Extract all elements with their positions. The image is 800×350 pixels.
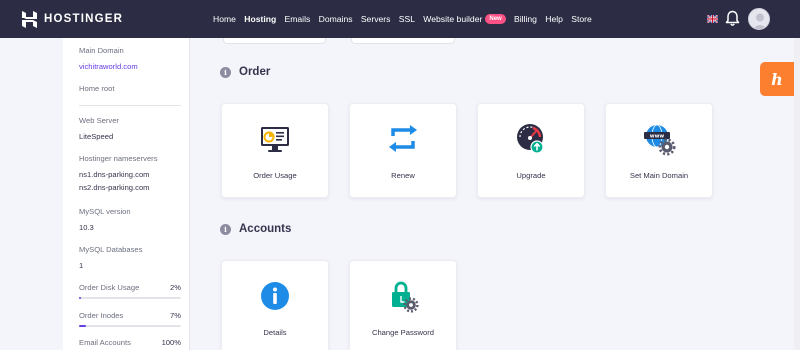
- order-usage-icon: [261, 127, 289, 152]
- new-badge: New: [485, 14, 506, 24]
- disk-usage-label: Order Disk Usage: [79, 283, 140, 292]
- mysql-version-label: MySQL version: [79, 207, 131, 216]
- set-main-domain-card[interactable]: www Set Main Domain: [605, 103, 713, 198]
- details-label: Details: [263, 328, 287, 337]
- disk-usage-block: Order Disk Usage 2%: [79, 283, 181, 299]
- mysql-version-value: 10.3: [79, 223, 94, 232]
- card-stub: [351, 38, 455, 44]
- www-gear-icon: www: [644, 124, 676, 156]
- inodes-block: Order Inodes 7%: [79, 311, 181, 327]
- home-root-block: Home root: [79, 84, 181, 93]
- nameservers-label: Hostinger nameservers: [79, 154, 158, 163]
- mysql-databases-block: MySQL Databases 1: [79, 245, 181, 270]
- email-accounts-percent: 100%: [161, 338, 181, 347]
- details-card[interactable]: Details: [221, 260, 329, 350]
- upgrade-label: Upgrade: [516, 171, 546, 180]
- bell-icon[interactable]: [725, 10, 740, 27]
- nav-store[interactable]: Store: [571, 14, 592, 24]
- info-icon: [261, 282, 289, 310]
- scrollbar[interactable]: [794, 38, 800, 350]
- nameserver-2: ns2.dns-parking.com: [79, 183, 150, 192]
- email-accounts-block: Email Accounts 100%: [79, 338, 181, 347]
- disk-usage-row: Order Disk Usage 2%: [79, 283, 181, 292]
- email-accounts-row: Email Accounts 100%: [79, 338, 181, 347]
- order-usage-label: Order Usage: [253, 171, 297, 180]
- help-widget-icon: h: [771, 69, 783, 89]
- divider: [79, 105, 181, 106]
- disk-usage-percent: 2%: [170, 283, 181, 292]
- change-password-card[interactable]: Change Password: [349, 260, 457, 350]
- home-root-label: Home root: [79, 84, 115, 93]
- nav-hosting[interactable]: Hosting: [244, 14, 276, 24]
- main-domain-link[interactable]: vichitraworld.com: [79, 62, 181, 71]
- web-server-block: Web Server LiteSpeed: [79, 116, 181, 141]
- mysql-version-block: MySQL version 10.3: [79, 207, 181, 232]
- inodes-row: Order Inodes 7%: [79, 311, 181, 320]
- brand[interactable]: HOSTINGER: [22, 0, 123, 38]
- order-section-title: Order: [239, 66, 271, 78]
- inodes-progress-fill: [79, 325, 87, 327]
- main-domain-label: Main Domain: [79, 46, 124, 55]
- main-nav: Home Hosting Emails Domains Servers SSL …: [213, 0, 600, 38]
- mysql-databases-label: MySQL Databases: [79, 245, 143, 254]
- nav-ssl[interactable]: SSL: [399, 14, 415, 24]
- inodes-label: Order Inodes: [79, 311, 124, 320]
- set-main-domain-label: Set Main Domain: [629, 171, 689, 180]
- nameserver-1: ns1.dns-parking.com: [79, 170, 150, 179]
- nav-domains[interactable]: Domains: [319, 14, 353, 24]
- disk-usage-progress-fill: [79, 297, 82, 299]
- help-widget-button[interactable]: h: [760, 62, 794, 96]
- nav-billing[interactable]: Billing: [514, 14, 537, 24]
- main-domain-block: Main Domain vichitraworld.com: [79, 46, 181, 71]
- svg-text:www: www: [650, 134, 665, 140]
- user-avatar-icon: [752, 13, 768, 29]
- info-icon: i: [220, 223, 231, 235]
- lock-gear-icon: [392, 281, 419, 313]
- nav-servers[interactable]: Servers: [361, 14, 391, 24]
- order-info-sidebar: Main Domain vichitraworld.com Home root …: [63, 38, 190, 350]
- order-usage-card[interactable]: Order Usage: [221, 103, 329, 198]
- nav-website-builder[interactable]: Website builder New: [423, 14, 506, 24]
- mysql-databases-value: 1: [79, 261, 84, 270]
- nav-emails[interactable]: Emails: [285, 14, 311, 24]
- nameservers-block: Hostinger nameservers ns1.dns-parking.co…: [79, 154, 181, 192]
- renew-label: Renew: [391, 171, 415, 180]
- order-section-header: i Order: [220, 66, 270, 78]
- inodes-percent: 7%: [170, 311, 181, 320]
- disk-usage-progress-bar: [79, 297, 181, 299]
- avatar[interactable]: [748, 8, 770, 30]
- email-accounts-label: Email Accounts: [79, 338, 131, 347]
- renew-icon: [389, 125, 417, 152]
- accounts-section-header: i Accounts: [220, 223, 291, 235]
- accounts-section-title: Accounts: [239, 223, 292, 235]
- upgrade-gauge-icon: [517, 124, 544, 154]
- info-icon: i: [220, 66, 231, 78]
- upgrade-card[interactable]: Upgrade: [477, 103, 585, 198]
- hostinger-logo-icon: [22, 10, 37, 28]
- top-navigation-bar: HOSTINGER Home Hosting Emails Domains Se…: [0, 0, 800, 38]
- brand-name: HOSTINGER: [44, 13, 124, 25]
- change-password-label: Change Password: [371, 328, 435, 337]
- web-server-label: Web Server: [79, 116, 119, 125]
- nav-home[interactable]: Home: [213, 14, 236, 24]
- uk-flag-icon[interactable]: [707, 15, 718, 23]
- nav-help[interactable]: Help: [545, 14, 563, 24]
- renew-card[interactable]: Renew: [349, 103, 457, 198]
- card-stub: [223, 38, 326, 44]
- inodes-progress-bar: [79, 325, 181, 327]
- web-server-value: LiteSpeed: [79, 132, 114, 141]
